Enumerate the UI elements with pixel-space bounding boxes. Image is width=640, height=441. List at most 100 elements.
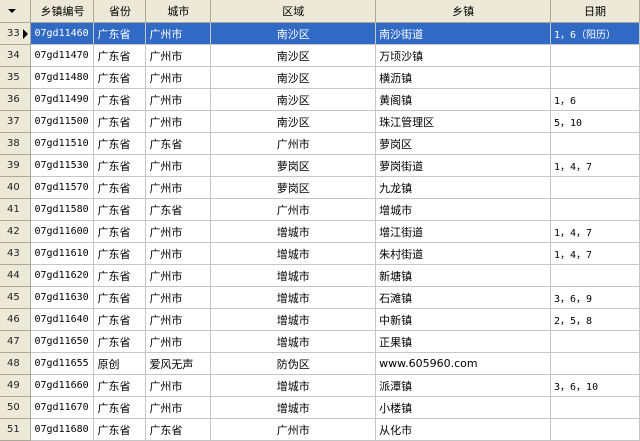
cell-city[interactable]: 广东省 (145, 198, 212, 221)
cell-date[interactable] (550, 176, 640, 199)
row-number[interactable]: 38 (0, 132, 32, 155)
cell-district[interactable]: 南沙区 (210, 110, 377, 133)
cell-district[interactable]: 广州市 (210, 418, 377, 441)
row-number[interactable]: 43 (0, 242, 32, 265)
cell-date[interactable]: 5，10 (550, 110, 640, 133)
row-number[interactable]: 47 (0, 330, 32, 353)
cell-city[interactable]: 广州市 (145, 88, 212, 111)
table-row[interactable]: 44 07gd11620 广东省 广州市 增城市 新塘镇 (0, 264, 640, 287)
cell-city[interactable]: 广州市 (145, 374, 212, 397)
cell-city[interactable]: 广东省 (145, 132, 212, 155)
cell-district[interactable]: 增城市 (210, 220, 377, 243)
row-number[interactable]: 33 (0, 22, 32, 45)
cell-code[interactable]: 07gd11620 (30, 264, 95, 287)
column-header-date[interactable]: 日期 (550, 0, 640, 23)
cell-town[interactable]: 从化市 (375, 418, 552, 441)
cell-code[interactable]: 07gd11570 (30, 176, 95, 199)
column-header-town[interactable]: 乡镇 (375, 0, 552, 23)
cell-date[interactable]: 3，6，10 (550, 374, 640, 397)
row-number[interactable]: 49 (0, 374, 32, 397)
cell-province[interactable]: 广东省 (93, 176, 147, 199)
cell-district[interactable]: 增城市 (210, 396, 377, 419)
cell-town[interactable]: 石滩镇 (375, 286, 552, 309)
cell-code[interactable]: 07gd11480 (30, 66, 95, 89)
cell-code[interactable]: 07gd11470 (30, 44, 95, 67)
cell-district[interactable]: 防伪区 (210, 352, 377, 375)
cell-town[interactable]: 朱村街道 (375, 242, 552, 265)
table-row[interactable]: 35 07gd11480 广东省 广州市 南沙区 横沥镇 (0, 66, 640, 89)
cell-town[interactable]: 小楼镇 (375, 396, 552, 419)
cell-town[interactable]: 增江街道 (375, 220, 552, 243)
cell-district[interactable]: 南沙区 (210, 66, 377, 89)
cell-city[interactable]: 广州市 (145, 22, 212, 45)
row-number[interactable]: 36 (0, 88, 32, 111)
cell-town[interactable]: 新塘镇 (375, 264, 552, 287)
cell-date[interactable]: 3，6，9 (550, 286, 640, 309)
cell-date[interactable] (550, 44, 640, 67)
table-row[interactable]: 42 07gd11600 广东省 广州市 增城市 增江街道 1，4，7 (0, 220, 640, 243)
table-row[interactable]: 37 07gd11500 广东省 广州市 南沙区 珠江管理区 5，10 (0, 110, 640, 133)
cell-city[interactable]: 广州市 (145, 220, 212, 243)
table-row[interactable]: 38 07gd11510 广东省 广东省 广州市 萝岗区 (0, 132, 640, 155)
cell-district[interactable]: 增城市 (210, 242, 377, 265)
cell-code[interactable]: 07gd11580 (30, 198, 95, 221)
cell-town[interactable]: 中新镇 (375, 308, 552, 331)
cell-code[interactable]: 07gd11640 (30, 308, 95, 331)
cell-province[interactable]: 广东省 (93, 22, 147, 45)
cell-code[interactable]: 07gd11610 (30, 242, 95, 265)
cell-city[interactable]: 广州市 (145, 154, 212, 177)
cell-province[interactable]: 广东省 (93, 264, 147, 287)
cell-date[interactable]: 1，6 (550, 88, 640, 111)
row-number[interactable]: 48 (0, 352, 32, 375)
cell-city[interactable]: 广州市 (145, 110, 212, 133)
cell-district[interactable]: 广州市 (210, 198, 377, 221)
cell-date[interactable] (550, 198, 640, 221)
cell-city[interactable]: 广州市 (145, 176, 212, 199)
row-number[interactable]: 45 (0, 286, 32, 309)
row-number[interactable]: 34 (0, 44, 32, 67)
cell-town[interactable]: 横沥镇 (375, 66, 552, 89)
cell-date[interactable]: 1，4，7 (550, 154, 640, 177)
table-row[interactable]: 45 07gd11630 广东省 广州市 增城市 石滩镇 3，6，9 (0, 286, 640, 309)
cell-code[interactable]: 07gd11650 (30, 330, 95, 353)
cell-town[interactable]: www.605960.com (375, 352, 552, 375)
row-number[interactable]: 51 (0, 418, 32, 441)
row-number[interactable]: 50 (0, 396, 32, 419)
row-number[interactable]: 46 (0, 308, 32, 331)
cell-province[interactable]: 广东省 (93, 286, 147, 309)
cell-province[interactable]: 广东省 (93, 66, 147, 89)
cell-code[interactable]: 07gd11670 (30, 396, 95, 419)
table-row[interactable]: 48 07gd11655 原创 爱风无声 防伪区 www.605960.com (0, 352, 640, 375)
table-row[interactable]: 46 07gd11640 广东省 广州市 增城市 中新镇 2，5，8 (0, 308, 640, 331)
table-row[interactable]: 33 07gd11460 广东省 广州市 南沙区 南沙街道 1，6（阳历） (0, 22, 640, 45)
cell-city[interactable]: 广州市 (145, 66, 212, 89)
cell-town[interactable]: 萝岗区 (375, 132, 552, 155)
row-number[interactable]: 35 (0, 66, 32, 89)
cell-province[interactable]: 广东省 (93, 396, 147, 419)
cell-town[interactable]: 南沙街道 (375, 22, 552, 45)
cell-date[interactable] (550, 264, 640, 287)
cell-date[interactable] (550, 330, 640, 353)
cell-town[interactable]: 正果镇 (375, 330, 552, 353)
cell-code[interactable]: 07gd11630 (30, 286, 95, 309)
cell-city[interactable]: 广州市 (145, 286, 212, 309)
row-number[interactable]: 44 (0, 264, 32, 287)
cell-province[interactable]: 广东省 (93, 308, 147, 331)
column-menu-button[interactable] (0, 0, 32, 23)
cell-district[interactable]: 南沙区 (210, 22, 377, 45)
cell-town[interactable]: 九龙镇 (375, 176, 552, 199)
cell-province[interactable]: 广东省 (93, 242, 147, 265)
cell-district[interactable]: 增城市 (210, 286, 377, 309)
column-header-province[interactable]: 省份 (93, 0, 147, 23)
cell-town[interactable]: 萝岗街道 (375, 154, 552, 177)
cell-code[interactable]: 07gd11460 (30, 22, 95, 45)
cell-province[interactable]: 广东省 (93, 374, 147, 397)
cell-code[interactable]: 07gd11660 (30, 374, 95, 397)
cell-city[interactable]: 广州市 (145, 264, 212, 287)
cell-province[interactable]: 广东省 (93, 418, 147, 441)
table-row[interactable]: 51 07gd11680 广东省 广东省 广州市 从化市 (0, 418, 640, 441)
table-row[interactable]: 43 07gd11610 广东省 广州市 增城市 朱村街道 1，4，7 (0, 242, 640, 265)
cell-town[interactable]: 万顷沙镇 (375, 44, 552, 67)
cell-district[interactable]: 萝岗区 (210, 154, 377, 177)
cell-code[interactable]: 07gd11655 (30, 352, 95, 375)
